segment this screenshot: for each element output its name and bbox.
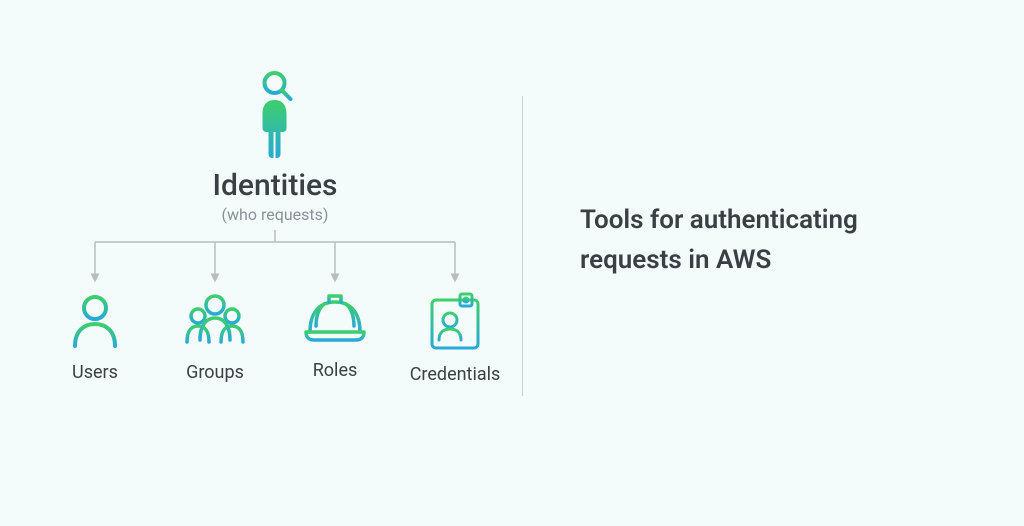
- connector-lines: [40, 230, 510, 290]
- hardhat-icon: [302, 290, 368, 352]
- description-title: Tools for authenticating requests in AWS: [580, 200, 960, 281]
- id-badge-icon: [426, 290, 484, 356]
- children-row: Users Groups: [40, 290, 510, 385]
- child-label: Credentials: [410, 364, 501, 385]
- child-label: Groups: [186, 362, 244, 383]
- child-roles: Roles: [280, 290, 390, 385]
- child-label: Roles: [313, 360, 358, 381]
- child-groups: Groups: [160, 290, 270, 385]
- person-magnify-icon: [245, 70, 305, 164]
- identities-subtitle: (who requests): [222, 205, 329, 224]
- child-credentials: Credentials: [400, 290, 510, 385]
- identities-node: Identities (who requests): [213, 70, 338, 224]
- child-label: Users: [72, 362, 118, 383]
- group-icon: [180, 290, 250, 354]
- description-panel: Tools for authenticating requests in AWS: [580, 200, 960, 281]
- identities-diagram: Identities (who requests): [40, 70, 510, 430]
- user-icon: [65, 290, 125, 354]
- child-users: Users: [40, 290, 150, 385]
- identities-title: Identities: [213, 168, 338, 203]
- vertical-divider: [522, 96, 523, 396]
